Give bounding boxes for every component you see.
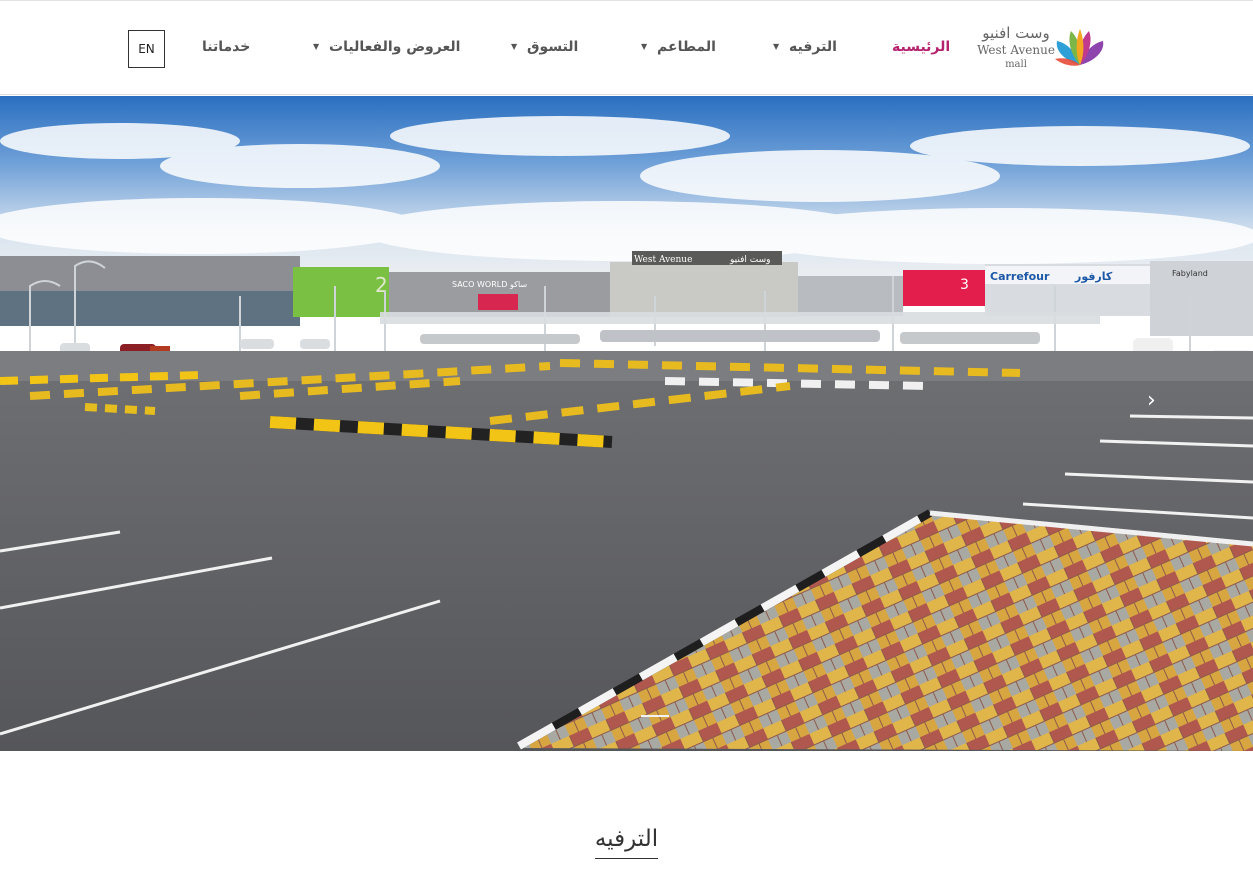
fabyland-sign: Fabyland [1172, 269, 1208, 278]
nav-item-home[interactable]: الرئيسية [892, 39, 950, 55]
west-avenue-arabic-sign: وست افنيو [729, 255, 770, 265]
carrefour-arabic-sign: كارفور [1074, 270, 1113, 283]
slider-dot-indicator[interactable] [641, 715, 669, 717]
saco-sign: SACO WORLD [452, 280, 507, 289]
nav-item-label: المطاعم [657, 39, 716, 55]
nav-item-shopping[interactable]: التسوق ▼ [511, 39, 578, 55]
section-title: الترفيه [594, 826, 659, 859]
carrefour-sign: Carrefour [990, 270, 1050, 283]
site-header: EN خدماتنا العروض والفعاليات ▼ التسوق ▼ … [0, 0, 1253, 95]
nav-item-label: خدماتنا [202, 39, 251, 55]
chevron-right-icon: › [1147, 388, 1156, 413]
hero-slider: 2 SACO WORLD ساكو West Avenue وست افنيو … [0, 96, 1253, 751]
logo-english-text: West Avenue [977, 43, 1055, 57]
hero-image: 2 SACO WORLD ساكو West Avenue وست افنيو … [0, 96, 1253, 751]
nav-item-label: التسوق [527, 39, 579, 55]
chevron-down-icon: ▼ [511, 42, 518, 51]
chevron-down-icon: ▼ [773, 42, 780, 51]
logo-arabic-text: وست افنيو [982, 24, 1050, 42]
logo-sub-text: mall [1005, 59, 1027, 70]
chevron-down-icon: ▼ [641, 42, 648, 51]
chevron-down-icon: ▼ [313, 42, 320, 51]
nav-item-services[interactable]: خدماتنا [202, 39, 250, 55]
nav-item-label: الترفيه [789, 39, 837, 55]
entrance-3-sign: 3 [960, 277, 969, 293]
nav-item-entertainment[interactable]: الترفيه ▼ [773, 39, 837, 55]
nav-item-label: الرئيسية [892, 39, 951, 55]
nav-item-label: العروض والفعاليات [329, 39, 461, 55]
section-heading: الترفيه [0, 826, 1253, 859]
lotus-flower-icon [1055, 29, 1104, 66]
saco-arabic-sign: ساكو [509, 280, 527, 289]
west-avenue-sign: West Avenue [634, 255, 692, 265]
slider-next-arrow[interactable]: › [1147, 388, 1156, 413]
nav-item-restaurants[interactable]: المطاعم ▼ [641, 39, 716, 55]
nav-item-offers-events[interactable]: العروض والفعاليات ▼ [313, 39, 460, 55]
site-logo[interactable]: وست افنيو West Avenue mall [975, 25, 1110, 73]
language-toggle-button[interactable]: EN [128, 30, 165, 68]
